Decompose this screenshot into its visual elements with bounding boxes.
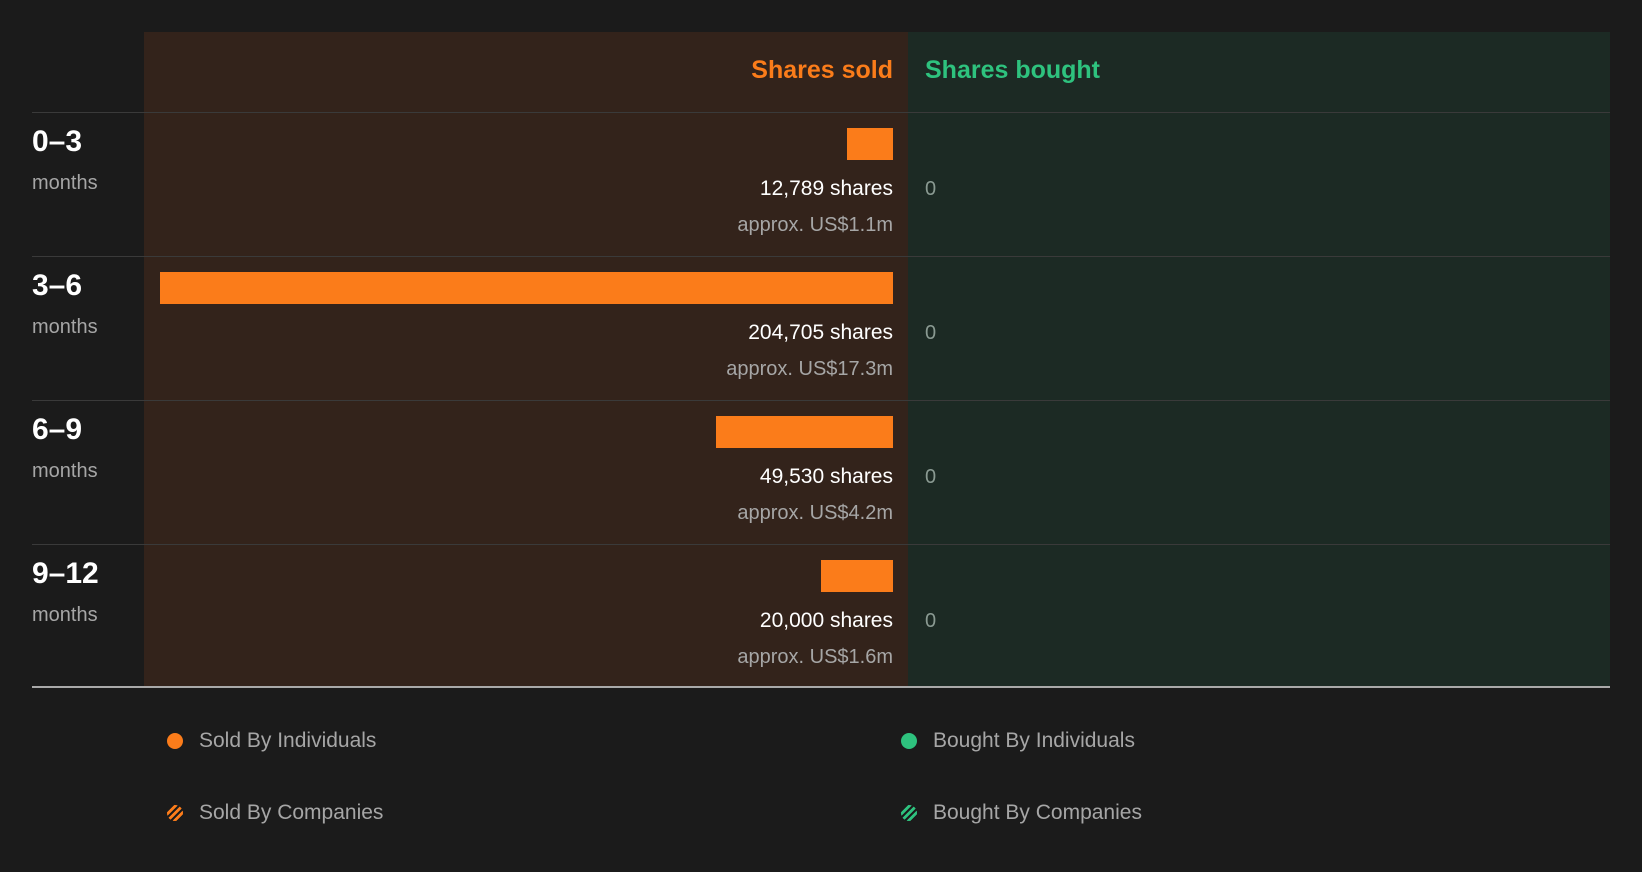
row-separator [32, 544, 1610, 545]
striped-dot-icon [167, 805, 183, 821]
sold-value-label: approx. US$1.6m [737, 646, 893, 668]
legend-label: Bought By Companies [933, 801, 1142, 824]
chart-bottom-axis-line [32, 686, 1610, 688]
sold-bar [715, 416, 893, 448]
period-unit-label: months [32, 172, 98, 194]
solid-dot-icon [901, 733, 917, 749]
sold-value-label: approx. US$1.1m [737, 214, 893, 236]
sold-bar [821, 560, 893, 592]
period-label: 0–3 [32, 125, 83, 158]
sold-bar [847, 128, 893, 160]
row-separator [32, 400, 1610, 401]
bought-shares-label: 0 [925, 178, 937, 200]
solid-dot-icon [167, 733, 183, 749]
legend-item: Sold By Individuals [167, 726, 376, 756]
legend-item: Bought By Companies [901, 798, 1142, 828]
row-separator [32, 256, 1610, 257]
sold-value-label: approx. US$17.3m [726, 358, 893, 380]
legend-label: Bought By Individuals [933, 729, 1135, 752]
period-label: 3–6 [32, 269, 83, 302]
bought-column-background [908, 32, 1610, 686]
shares-bought-header: Shares bought [925, 56, 1101, 84]
legend-label: Sold By Individuals [199, 729, 377, 752]
period-unit-label: months [32, 460, 98, 482]
sold-shares-label: 20,000 shares [759, 609, 893, 632]
bought-shares-label: 0 [925, 322, 937, 344]
period-label: 6–9 [32, 413, 83, 446]
period-unit-label: months [32, 604, 98, 626]
sold-shares-label: 12,789 shares [759, 177, 893, 200]
sold-bar [160, 272, 893, 304]
shares-sold-header: Shares sold [751, 56, 893, 84]
bought-shares-label: 0 [925, 610, 937, 632]
sold-shares-label: 204,705 shares [748, 321, 893, 344]
row-separator [32, 112, 1610, 113]
legend-label: Sold By Companies [199, 801, 384, 824]
sold-value-label: approx. US$4.2m [737, 502, 893, 524]
striped-dot-icon [901, 805, 917, 821]
period-unit-label: months [32, 316, 98, 338]
period-label: 9–12 [32, 557, 99, 590]
legend-item: Sold By Companies [167, 798, 383, 828]
legend-item: Bought By Individuals [901, 726, 1135, 756]
bought-shares-label: 0 [925, 466, 937, 488]
insider-trading-chart: Shares sold Shares bought 0–3 months 12,78… [0, 0, 1642, 872]
sold-shares-label: 49,530 shares [759, 465, 893, 488]
